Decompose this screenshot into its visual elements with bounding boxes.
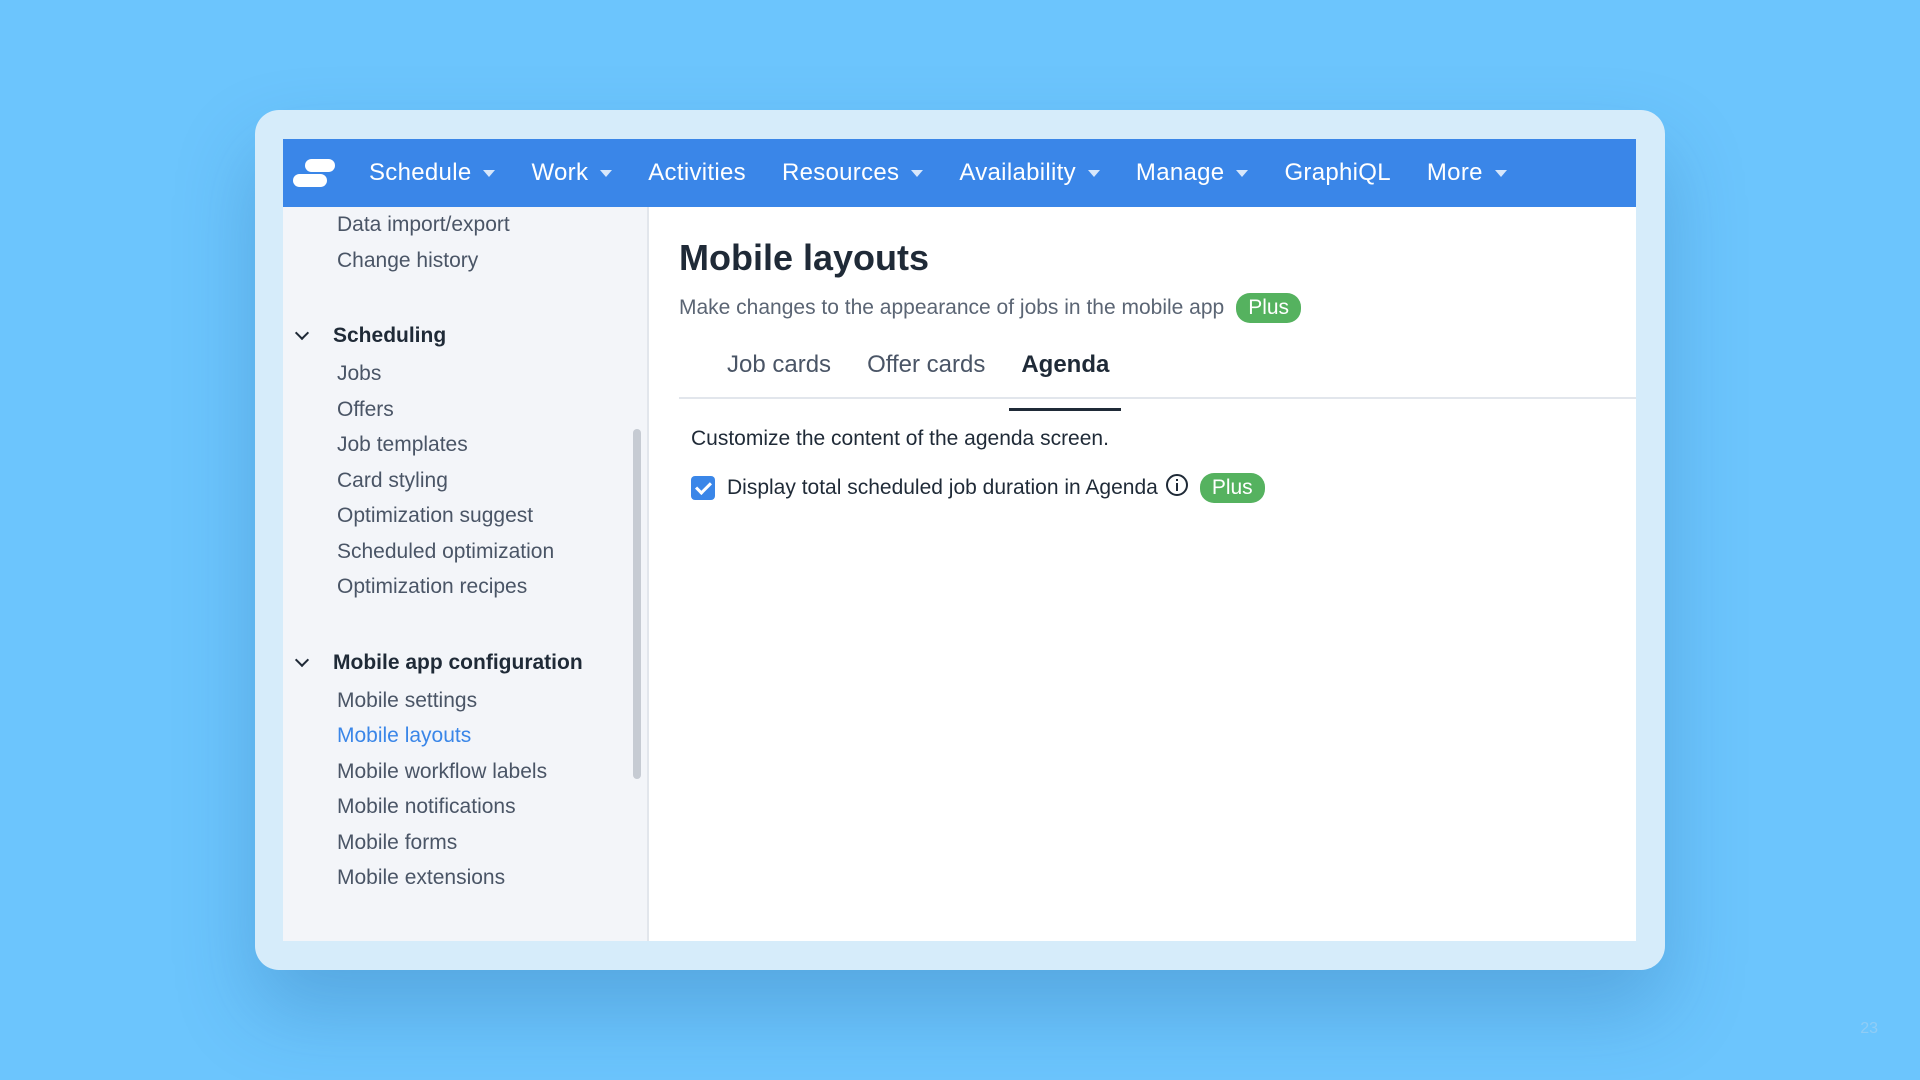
subtitle-row: Make changes to the appearance of jobs i… [679, 293, 1636, 323]
sidebar-item-mobile-forms[interactable]: Mobile forms [283, 825, 647, 861]
chevron-down-icon [295, 656, 309, 670]
nav-more[interactable]: More [1427, 159, 1507, 187]
agenda-duration-option: Display total scheduled job duration in … [691, 473, 1636, 503]
sidebar-item-optimization-recipes[interactable]: Optimization recipes [283, 569, 647, 605]
sidebar-section-mobile-app-configuration[interactable]: Mobile app configuration [283, 643, 647, 683]
nav-resources[interactable]: Resources [781, 159, 924, 187]
caret-down-icon [1494, 169, 1507, 177]
sidebar-scrollbar[interactable] [633, 429, 641, 779]
main-content: Mobile layouts Make changes to the appea… [649, 207, 1636, 941]
agenda-description: Customize the content of the agenda scre… [691, 427, 1109, 450]
sidebar-section-title: Scheduling [333, 324, 447, 347]
sidebar-item-change-history[interactable]: Change history [283, 243, 647, 279]
agenda-duration-checkbox[interactable] [691, 476, 715, 500]
tab-offer-cards[interactable]: Offer cards [855, 345, 997, 397]
nav-activities[interactable]: Activities [648, 159, 746, 187]
sidebar-section-title: Mobile app configuration [333, 650, 583, 674]
nav-work[interactable]: Work [531, 159, 613, 187]
layout-tabs: Job cards Offer cards Agenda [679, 345, 1636, 411]
sidebar-item-scheduled-optimization[interactable]: Scheduled optimization [283, 534, 647, 570]
nav-availability-label: Availability [959, 159, 1076, 186]
nav-activities-label: Activities [648, 159, 746, 186]
sidebar-item-card-styling[interactable]: Card styling [283, 463, 647, 499]
tab-agenda[interactable]: Agenda [1009, 345, 1122, 411]
plus-plan-badge: Plus [1236, 293, 1302, 323]
caret-down-icon [600, 169, 613, 177]
sidebar-item-jobs[interactable]: Jobs [283, 356, 647, 392]
nav-graphiql-label: GraphiQL [1284, 159, 1391, 186]
app-logo-icon[interactable] [291, 155, 339, 191]
sidebar-item-mobile-notifications[interactable]: Mobile notifications [283, 789, 647, 825]
plus-plan-badge: Plus [1199, 473, 1265, 503]
nav-manage-label: Manage [1135, 159, 1225, 186]
nav-more-label: More [1426, 159, 1483, 186]
sidebar-item-optimization-suggest[interactable]: Optimization suggest [283, 498, 647, 534]
slide-number: 23 [1860, 1020, 1878, 1037]
caret-down-icon [483, 169, 496, 177]
sidebar-item-mobile-extensions[interactable]: Mobile extensions [283, 860, 647, 896]
nav-availability[interactable]: Availability [959, 159, 1100, 187]
caret-down-icon [1087, 169, 1100, 177]
page-title: Mobile layouts [679, 237, 930, 278]
tab-job-cards[interactable]: Job cards [715, 345, 843, 397]
sidebar-item-job-templates[interactable]: Job templates [283, 427, 647, 463]
nav-schedule[interactable]: Schedule [369, 159, 496, 187]
top-navbar: Schedule Work Activities Resources Avail… [283, 139, 1636, 207]
sidebar-item-mobile-layouts[interactable]: Mobile layouts [283, 718, 647, 754]
sidebar-item-data-import-export[interactable]: Data import/export [283, 207, 647, 243]
info-icon[interactable] [1165, 474, 1188, 496]
nav-manage[interactable]: Manage [1136, 159, 1249, 187]
chevron-down-icon [295, 329, 309, 343]
sidebar-section-scheduling[interactable]: Scheduling [283, 316, 647, 356]
app-window: Schedule Work Activities Resources Avail… [283, 139, 1636, 941]
page-subtitle: Make changes to the appearance of jobs i… [679, 296, 1225, 319]
nav-schedule-label: Schedule [369, 159, 472, 186]
nav-work-label: Work [531, 159, 589, 186]
agenda-duration-label[interactable]: Display total scheduled job duration in … [727, 476, 1158, 500]
sidebar-item-mobile-workflow-labels[interactable]: Mobile workflow labels [283, 754, 647, 790]
caret-down-icon [1236, 169, 1249, 177]
settings-sidebar: Data import/export Change history Schedu… [283, 207, 649, 941]
nav-graphiql[interactable]: GraphiQL [1284, 159, 1390, 187]
sidebar-item-mobile-settings[interactable]: Mobile settings [283, 683, 647, 719]
caret-down-icon [911, 169, 924, 177]
sidebar-item-offers[interactable]: Offers [283, 392, 647, 428]
nav-resources-label: Resources [781, 159, 900, 186]
